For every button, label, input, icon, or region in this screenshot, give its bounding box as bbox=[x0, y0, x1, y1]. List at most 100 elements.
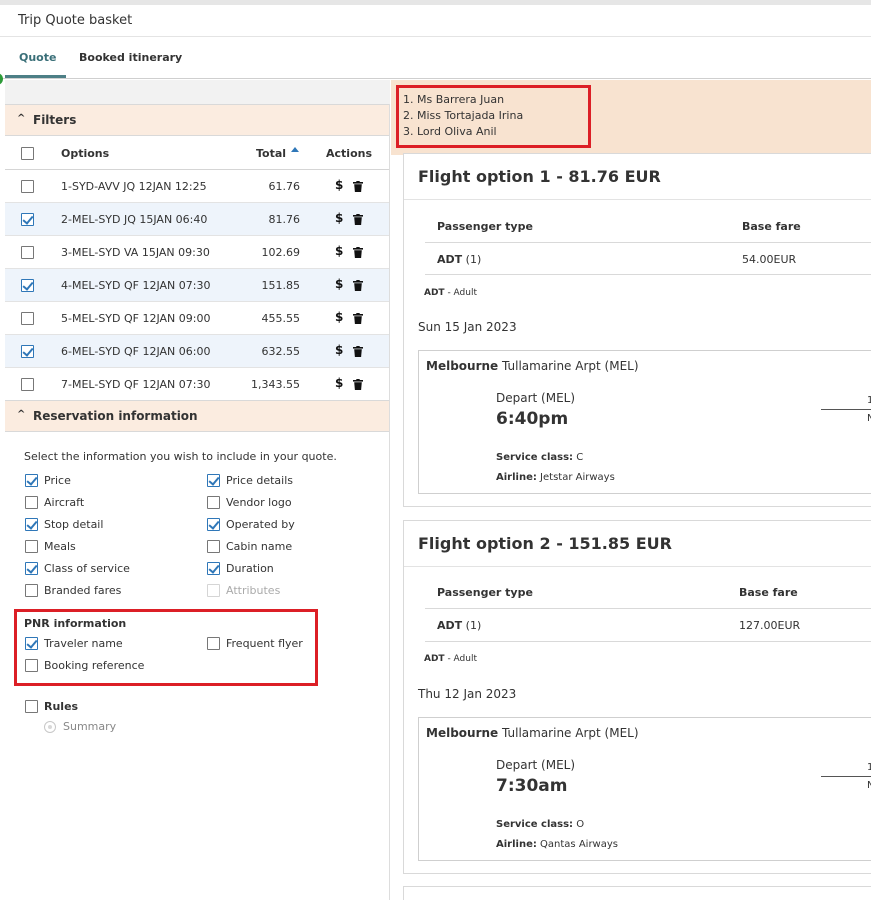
option-checkbox[interactable] bbox=[25, 584, 38, 597]
option-checkbox[interactable] bbox=[25, 518, 38, 531]
airline: Airline: Jetstar Airways bbox=[496, 472, 615, 483]
option-label: Branded fares bbox=[44, 584, 122, 597]
trash-icon[interactable] bbox=[353, 346, 363, 357]
origin-airport: Melbourne Tullamarine Arpt (MEL) bbox=[426, 359, 639, 373]
table-row[interactable]: 7-MEL-SYD QF 12JAN 07:30 1,343.55 $ bbox=[5, 368, 389, 401]
divider bbox=[425, 608, 871, 609]
base-fare-cell: 127.00EUR bbox=[739, 619, 801, 632]
price-action-icon[interactable]: $ bbox=[335, 310, 343, 324]
option-checkbox[interactable] bbox=[207, 562, 220, 575]
flight-option-title: Flight option 1 - 81.76 EUR bbox=[418, 167, 661, 186]
option-label: Attributes bbox=[226, 584, 281, 597]
flight-segment: Melbourne Tullamarine Arpt (MEL) Depart … bbox=[418, 350, 871, 494]
option-label: Meals bbox=[44, 540, 76, 553]
depart-label: Depart (MEL) bbox=[496, 758, 576, 772]
table-row[interactable]: 1-SYD-AVV JQ 12JAN 12:25 61.76 $ bbox=[5, 170, 389, 203]
summary-radio[interactable] bbox=[44, 721, 56, 733]
rules-checkbox[interactable] bbox=[25, 700, 38, 713]
tab-quote[interactable]: Quote bbox=[19, 51, 56, 64]
option-label: Vendor logo bbox=[226, 496, 292, 509]
flight-date: Thu 12 Jan 2023 bbox=[418, 687, 517, 701]
filters-table-header: Options Total Actions bbox=[5, 137, 389, 170]
row-checkbox[interactable] bbox=[21, 345, 34, 358]
left-panel-toolbar bbox=[5, 80, 390, 104]
option-checkbox[interactable] bbox=[207, 474, 220, 487]
price-action-icon[interactable]: $ bbox=[335, 244, 343, 258]
chevron-up-icon: ^ bbox=[17, 409, 26, 420]
table-row[interactable]: 4-MEL-SYD QF 12JAN 07:30 151.85 $ bbox=[5, 269, 389, 302]
truncated-text: N bbox=[867, 780, 871, 791]
option-checkbox[interactable] bbox=[25, 562, 38, 575]
active-tab-indicator bbox=[5, 75, 66, 78]
flight-segment: Melbourne Tullamarine Arpt (MEL) Depart … bbox=[418, 717, 871, 861]
truncated-text: 1 bbox=[867, 395, 871, 406]
price-action-icon[interactable]: $ bbox=[335, 343, 343, 357]
reservation-info-header[interactable]: ^ Reservation information bbox=[5, 400, 389, 432]
select-all-checkbox[interactable] bbox=[21, 147, 34, 160]
table-row[interactable]: 2-MEL-SYD JQ 15JAN 06:40 81.76 $ bbox=[5, 203, 389, 236]
trash-icon[interactable] bbox=[353, 181, 363, 192]
trash-icon[interactable] bbox=[353, 280, 363, 291]
filters-header[interactable]: ^ Filters bbox=[5, 104, 389, 136]
options-column-header: Options bbox=[61, 147, 110, 160]
option-checkbox[interactable] bbox=[25, 474, 38, 487]
route-line bbox=[821, 776, 871, 777]
table-row[interactable]: 6-MEL-SYD QF 12JAN 06:00 632.55 $ bbox=[5, 335, 389, 368]
option-label: Stop detail bbox=[44, 518, 104, 531]
option-label: Duration bbox=[226, 562, 274, 575]
tab-bar: Quote Booked itinerary bbox=[0, 37, 871, 79]
trash-icon[interactable] bbox=[353, 247, 363, 258]
reservation-intro-text: Select the information you wish to inclu… bbox=[24, 450, 337, 463]
service-class: Service class: C bbox=[496, 452, 584, 463]
option-checkbox[interactable] bbox=[25, 540, 38, 553]
depart-label: Depart (MEL) bbox=[496, 391, 576, 405]
trash-icon[interactable] bbox=[353, 214, 363, 225]
option-name: 7-MEL-SYD QF 12JAN 07:30 bbox=[61, 378, 211, 391]
summary-label: Summary bbox=[63, 720, 117, 733]
option-label: Cabin name bbox=[226, 540, 293, 553]
row-checkbox[interactable] bbox=[21, 213, 34, 226]
option-name: 3-MEL-SYD VA 15JAN 09:30 bbox=[61, 246, 210, 259]
option-name: 5-MEL-SYD QF 12JAN 09:00 bbox=[61, 312, 211, 325]
price-action-icon[interactable]: $ bbox=[335, 376, 343, 390]
option-label: Class of service bbox=[44, 562, 130, 575]
passenger-type-header: Passenger type bbox=[437, 586, 533, 599]
row-checkbox[interactable] bbox=[21, 378, 34, 391]
price-action-icon[interactable]: $ bbox=[335, 211, 343, 225]
flight-option-header: Flight option 2 - 151.85 EUR bbox=[404, 521, 871, 567]
option-checkbox[interactable] bbox=[207, 496, 220, 509]
left-panel: ^ Filters Options Total Actions 1-SYD-AV… bbox=[5, 80, 390, 900]
trash-icon[interactable] bbox=[353, 379, 363, 390]
filters-title: Filters bbox=[33, 113, 77, 127]
option-label: Aircraft bbox=[44, 496, 85, 509]
flight-option-card: Flight option 2 - 151.85 EUR Passenger t… bbox=[403, 520, 871, 874]
sort-ascending-icon[interactable] bbox=[291, 147, 299, 152]
price-action-icon[interactable]: $ bbox=[335, 277, 343, 291]
option-checkbox[interactable] bbox=[207, 518, 220, 531]
table-row[interactable]: 5-MEL-SYD QF 12JAN 09:00 455.55 $ bbox=[5, 302, 389, 335]
total-column-header[interactable]: Total bbox=[256, 147, 286, 160]
route-line bbox=[821, 409, 871, 410]
page-title: Trip Quote basket bbox=[18, 13, 133, 28]
depart-time: 6:40pm bbox=[496, 409, 569, 429]
price-action-icon[interactable]: $ bbox=[335, 178, 343, 192]
flight-option-header: Flight option 1 - 81.76 EUR bbox=[404, 154, 871, 200]
reservation-info-title: Reservation information bbox=[33, 409, 198, 423]
truncated-text: N bbox=[867, 413, 871, 424]
row-checkbox[interactable] bbox=[21, 279, 34, 292]
option-checkbox[interactable] bbox=[25, 496, 38, 509]
passenger-type-legend: ADT - Adult bbox=[424, 288, 478, 298]
chevron-up-icon: ^ bbox=[17, 113, 26, 124]
base-fare-header: Base fare bbox=[739, 586, 798, 599]
table-row[interactable]: 3-MEL-SYD VA 15JAN 09:30 102.69 $ bbox=[5, 236, 389, 269]
tab-booked-itinerary[interactable]: Booked itinerary bbox=[79, 51, 182, 64]
row-checkbox[interactable] bbox=[21, 180, 34, 193]
base-fare-header: Base fare bbox=[742, 220, 801, 233]
row-checkbox[interactable] bbox=[21, 246, 34, 259]
divider bbox=[425, 242, 871, 243]
row-checkbox[interactable] bbox=[21, 312, 34, 325]
option-label: Price details bbox=[226, 474, 293, 487]
option-label: Operated by bbox=[226, 518, 295, 531]
trash-icon[interactable] bbox=[353, 313, 363, 324]
option-checkbox[interactable] bbox=[207, 540, 220, 553]
